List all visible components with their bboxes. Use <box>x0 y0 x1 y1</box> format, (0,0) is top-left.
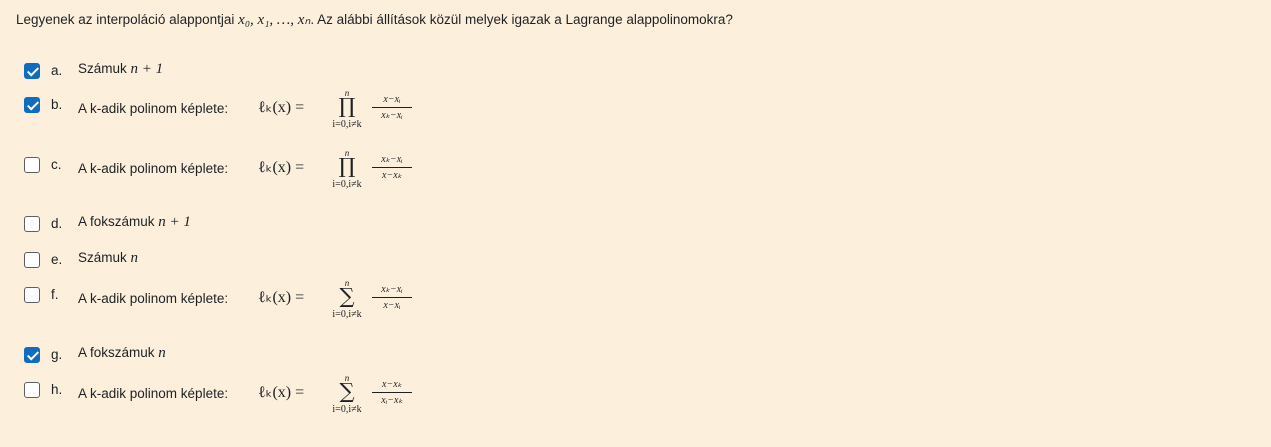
question-math: x₀, x₁, …, xₙ <box>238 12 311 28</box>
option-d-label: A fokszámuk n + 1 <box>78 214 191 230</box>
formula-label: A k-adik polinom képlete: <box>78 101 229 116</box>
option-h-checkbox[interactable] <box>24 382 40 398</box>
formula-label: A k-adik polinom képlete: <box>78 161 229 176</box>
option-h-letter: h. <box>51 382 63 397</box>
option-g-letter: g. <box>51 347 63 362</box>
product-operator: n ∏ i=0,i≠k <box>332 88 362 130</box>
option-f-checkbox[interactable] <box>24 287 40 303</box>
option-e-label: Számuk n <box>78 250 139 266</box>
formula-lhs: ℓₖ(x) = <box>258 384 305 401</box>
formula-label: A k-adik polinom képlete: <box>78 386 229 401</box>
option-f-letter: f. <box>51 287 59 302</box>
option-b-checkbox[interactable] <box>24 97 40 113</box>
sum-operator: n ∑ i=0,i≠k <box>332 373 362 415</box>
option-a-label: Számuk n + 1 <box>78 61 164 77</box>
option-d-checkbox[interactable] <box>24 216 40 232</box>
option-b-letter: b. <box>51 97 63 112</box>
formula-lhs: ℓₖ(x) = <box>258 99 305 116</box>
formula-label: A k-adik polinom képlete: <box>78 291 229 306</box>
option-c-checkbox[interactable] <box>24 157 40 173</box>
question-prefix: Legyenek az interpoláció alappontjai <box>16 12 239 27</box>
question-text: Legyenek az interpoláció alappontjai x₀,… <box>16 10 733 29</box>
formula-lhs: ℓₖ(x) = <box>258 159 305 176</box>
fraction: x−xᵢ xₖ−xᵢ <box>372 93 412 122</box>
fraction: xₖ−xᵢ x−xₖ <box>372 153 412 182</box>
fraction: xₖ−xᵢ x−xᵢ <box>372 283 412 312</box>
fraction: x−xₖ xᵢ−xₖ <box>372 378 412 407</box>
option-a-checkbox[interactable] <box>24 63 40 79</box>
question-suffix: . Az alábbi állítások közül melyek igaza… <box>310 12 733 27</box>
option-g-checkbox[interactable] <box>24 347 40 363</box>
option-e-letter: e. <box>51 252 63 267</box>
option-g-label: A fokszámuk n <box>78 345 166 361</box>
option-e-checkbox[interactable] <box>24 252 40 268</box>
product-operator: n ∏ i=0,i≠k <box>332 148 362 190</box>
formula-lhs: ℓₖ(x) = <box>258 289 305 306</box>
option-a-letter: a. <box>51 63 63 78</box>
option-d-letter: d. <box>51 216 63 231</box>
sum-operator: n ∑ i=0,i≠k <box>332 278 362 320</box>
option-c-letter: c. <box>51 157 62 172</box>
